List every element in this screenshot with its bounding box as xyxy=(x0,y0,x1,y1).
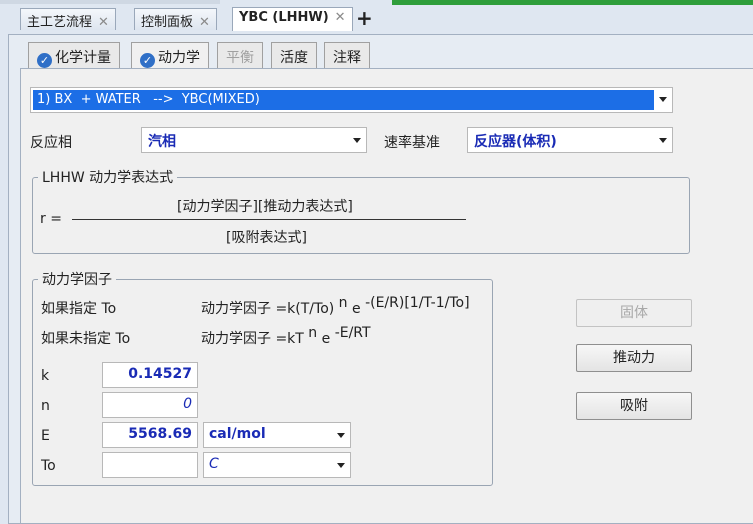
if-to-specified-label: 如果指定 To xyxy=(41,301,117,317)
lhhw-numerator: [动力学因子][推动力表达式] xyxy=(177,199,353,215)
chevron-down-icon[interactable] xyxy=(337,463,345,468)
formula-exponent-n: n xyxy=(338,295,348,311)
subtab-kinetics[interactable]: ✓ 动力学 xyxy=(131,42,209,70)
subtab-label: 平衡 xyxy=(226,50,254,66)
reacting-phase-label: 反应相 xyxy=(30,135,72,151)
formula-exponent-n: n xyxy=(308,325,318,341)
formula-base: 动力学因子 =kT xyxy=(201,331,309,347)
subtab-label: 动力学 xyxy=(158,50,200,66)
rate-basis-select[interactable]: 反应器(体积) xyxy=(467,127,673,153)
adsorption-button[interactable]: 吸附 xyxy=(576,392,692,420)
doc-tab-label: 主工艺流程 xyxy=(27,15,93,30)
chevron-down-icon[interactable] xyxy=(337,433,345,438)
rate-basis-label: 速率基准 xyxy=(384,135,440,151)
lhhw-denominator: [吸附表达式] xyxy=(226,230,307,246)
document-tab-bar: 主工艺流程 ✕ 控制面板 ✕ YBC (LHHW) ✕ + xyxy=(0,0,753,34)
rate-basis-value: 反应器(体积) xyxy=(474,134,557,150)
doc-tab-main-flowsheet[interactable]: 主工艺流程 ✕ xyxy=(20,8,116,30)
fraction-bar xyxy=(72,219,466,220)
doc-tab-control-panel[interactable]: 控制面板 ✕ xyxy=(134,8,217,30)
formula-e: e xyxy=(317,331,335,347)
subtab-equilibrium[interactable]: 平衡 xyxy=(217,42,263,69)
param-to-label: To xyxy=(41,458,56,474)
param-to-unit-select[interactable]: C xyxy=(203,452,351,478)
rate-symbol: r = xyxy=(40,211,62,227)
doc-tab-label: 控制面板 xyxy=(141,15,194,30)
chevron-down-icon[interactable] xyxy=(659,97,667,102)
subtab-label: 活度 xyxy=(280,50,308,66)
tab-bar-top-strip xyxy=(0,0,220,4)
subtab-label: 化学计量 xyxy=(55,50,111,66)
param-k-label: k xyxy=(41,368,50,384)
subtab-comments[interactable]: 注释 xyxy=(324,42,370,69)
close-icon[interactable]: ✕ xyxy=(98,15,109,30)
if-to-not-specified-formula: 动力学因子 =kT n e -E/RT xyxy=(201,322,371,347)
param-e-unit-value: cal/mol xyxy=(209,426,266,442)
add-tab-icon[interactable]: + xyxy=(356,6,373,30)
param-n-label: n xyxy=(41,398,50,414)
formula-exponent: -E/RT xyxy=(334,325,371,341)
param-n-input[interactable]: 0 xyxy=(102,392,198,418)
doc-tab-label: YBC (LHHW) xyxy=(239,10,329,25)
lhhw-expression-title: LHHW 动力学表达式 xyxy=(38,167,178,187)
reacting-phase-value: 汽相 xyxy=(148,134,176,150)
formula-exponent: -(E/R)[1/T-1/To] xyxy=(365,295,470,311)
param-k-input[interactable]: 0.14527 xyxy=(102,362,198,388)
subtab-label: 注释 xyxy=(333,50,361,66)
close-icon[interactable]: ✕ xyxy=(335,10,346,25)
doc-tab-ybc-lhhw[interactable]: YBC (LHHW) ✕ xyxy=(232,7,353,31)
formula-e: e xyxy=(347,301,366,317)
chevron-down-icon[interactable] xyxy=(353,138,361,143)
if-to-specified-formula: 动力学因子 =k(T/To) n e -(E/R)[1/T-1/To] xyxy=(201,292,470,317)
reaction-select[interactable]: 1) BX + WATER --> YBC(MIXED) xyxy=(30,87,673,113)
tab-bar-accent-strip xyxy=(392,0,753,5)
reacting-phase-select[interactable]: 汽相 xyxy=(141,127,367,153)
lhhw-expression-group xyxy=(32,177,690,254)
param-e-unit-select[interactable]: cal/mol xyxy=(203,422,351,448)
param-to-unit-value: C xyxy=(209,456,219,472)
chevron-down-icon[interactable] xyxy=(659,138,667,143)
param-to-input[interactable] xyxy=(102,452,198,478)
check-circle-icon: ✓ xyxy=(37,53,52,68)
driving-force-button[interactable]: 推动力 xyxy=(576,344,692,372)
kinetic-factor-title: 动力学因子 xyxy=(38,269,116,289)
param-e-label: E xyxy=(41,428,50,444)
if-to-not-specified-label: 如果未指定 To xyxy=(41,331,131,347)
param-e-input[interactable]: 5568.69 xyxy=(102,422,198,448)
reaction-selected-value: 1) BX + WATER --> YBC(MIXED) xyxy=(33,90,654,110)
solids-button[interactable]: 固体 xyxy=(576,299,692,327)
subtab-activity[interactable]: 活度 xyxy=(271,42,317,69)
close-icon[interactable]: ✕ xyxy=(199,15,210,30)
check-circle-icon: ✓ xyxy=(140,53,155,68)
subtab-stoichiometry[interactable]: ✓ 化学计量 xyxy=(28,42,120,69)
formula-base: 动力学因子 =k(T/To) xyxy=(201,301,339,317)
